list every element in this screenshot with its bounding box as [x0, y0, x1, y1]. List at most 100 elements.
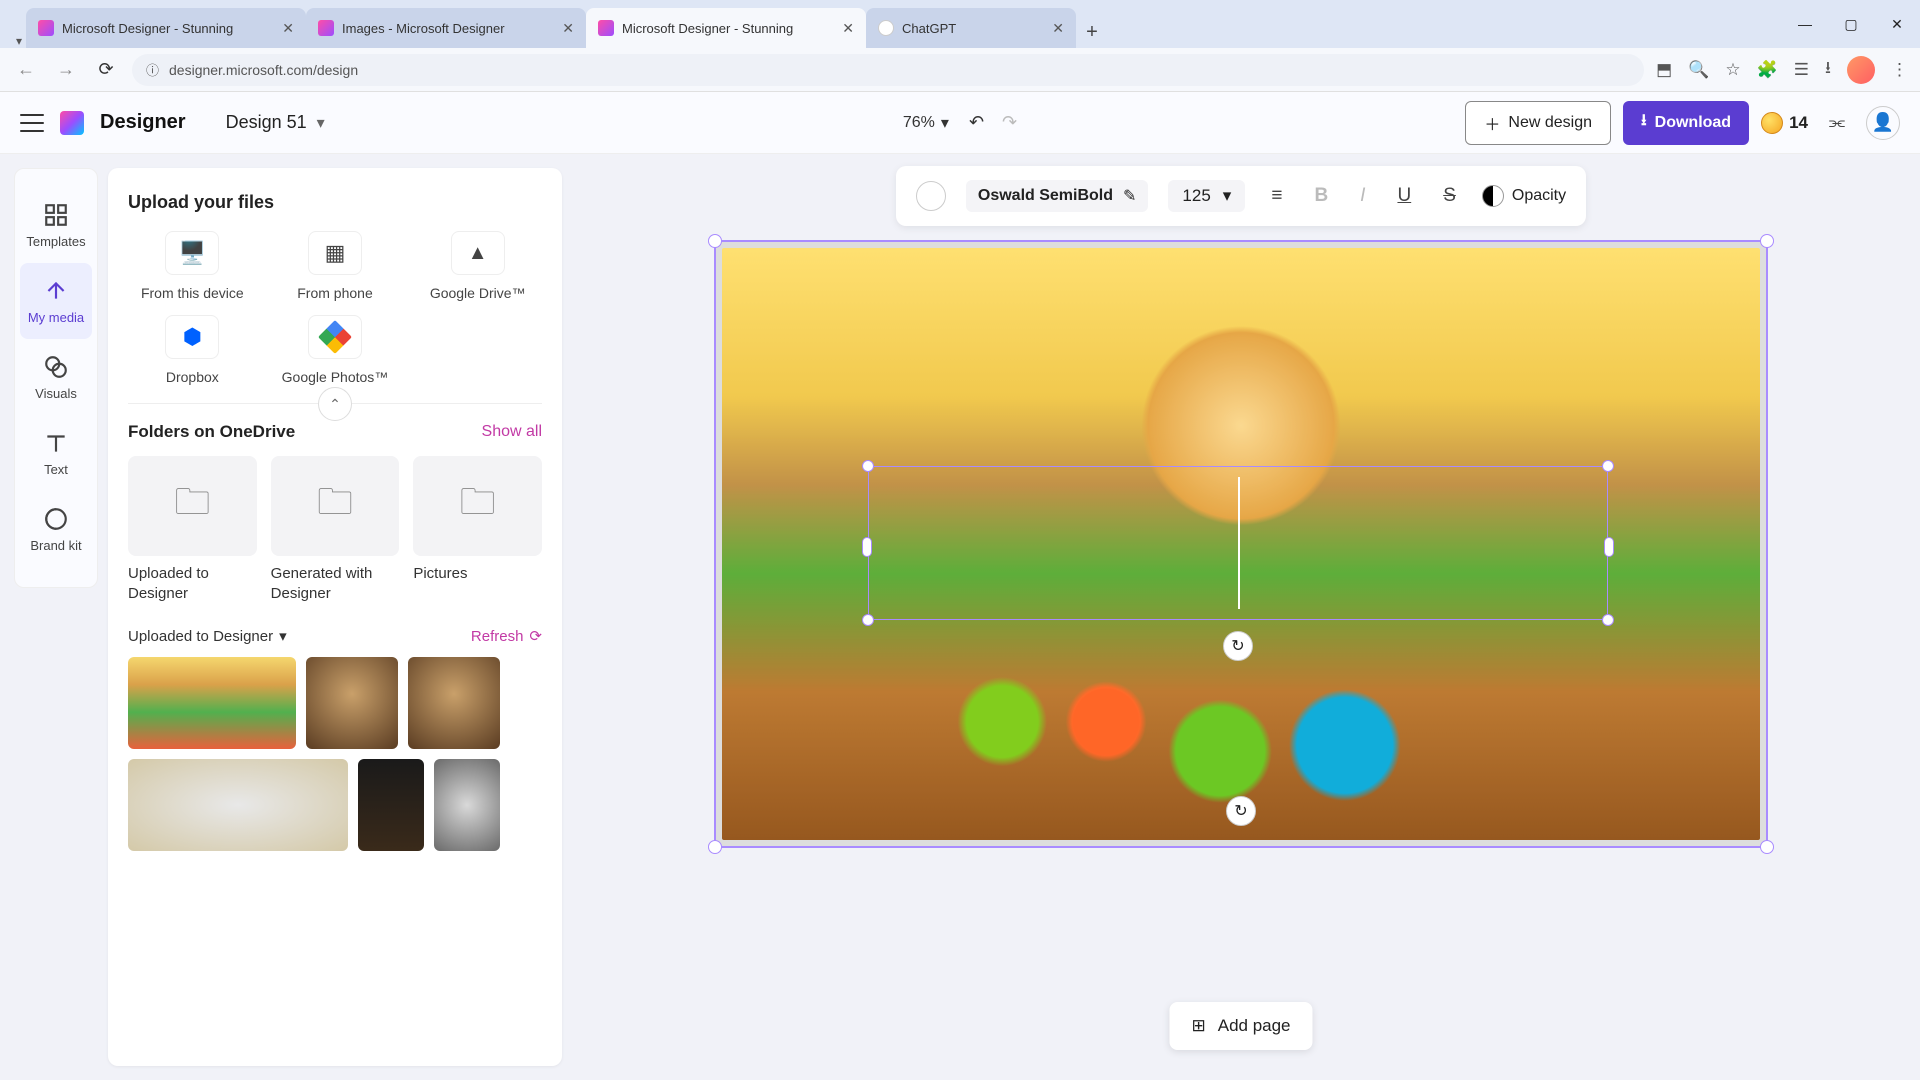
canvas-resize-handle-tl[interactable]: [708, 234, 722, 248]
browser-tab-3[interactable]: Microsoft Designer - Stunning✕: [586, 8, 866, 48]
text-selection-box[interactable]: ↻: [868, 466, 1608, 620]
text-resize-handle-tr[interactable]: [1602, 460, 1614, 472]
show-all-link[interactable]: Show all: [482, 423, 542, 441]
text-resize-handle-br[interactable]: [1602, 614, 1614, 626]
text-resize-handle-ml[interactable]: [862, 537, 872, 557]
browser-tab-strip: ▾ Microsoft Designer - Stunning✕ Images …: [0, 0, 1920, 48]
project-name-dropdown[interactable]: Design 51 ▾: [202, 112, 325, 133]
rail-text[interactable]: Text: [20, 415, 92, 491]
new-tab-button[interactable]: +: [1076, 16, 1108, 48]
text-color-picker[interactable]: [916, 181, 946, 211]
upload-icon: [43, 278, 69, 304]
app-header: Designer Design 51 ▾ 76% ▾ ↶ ↷ ＋ New des…: [0, 92, 1920, 154]
rail-label: Text: [44, 462, 68, 477]
reload-icon[interactable]: ⟳: [92, 56, 120, 84]
upload-label: Dropbox: [166, 369, 219, 385]
undo-button[interactable]: ↶: [969, 112, 984, 133]
site-info-icon[interactable]: ⓘ: [146, 60, 159, 79]
folder-pictures[interactable]: 🗀Pictures: [413, 456, 542, 603]
tab-close-icon[interactable]: ✕: [562, 20, 574, 37]
monitor-icon: 🖥️: [165, 231, 219, 275]
canvas-resize-handle-bl[interactable]: [708, 840, 722, 854]
media-thumbnail-5[interactable]: [358, 759, 424, 851]
text-rotate-handle[interactable]: ↻: [1223, 631, 1253, 661]
refresh-button[interactable]: Refresh ⟳: [471, 627, 542, 645]
address-bar[interactable]: ⓘ designer.microsoft.com/design: [132, 54, 1644, 86]
account-icon[interactable]: 👤: [1866, 106, 1900, 140]
add-page-button[interactable]: ⊞ Add page: [1169, 1002, 1312, 1050]
rail-my-media[interactable]: My media: [20, 263, 92, 339]
rail-visuals[interactable]: Visuals: [20, 339, 92, 415]
brand-label: Designer: [100, 111, 186, 134]
folder-uploaded[interactable]: 🗀Uploaded to Designer: [128, 456, 257, 603]
favicon-designer-icon: [318, 20, 334, 36]
new-design-button[interactable]: ＋ New design: [1465, 101, 1611, 145]
align-button[interactable]: ≡: [1265, 181, 1288, 211]
rail-label: Visuals: [35, 386, 77, 401]
url-text: designer.microsoft.com/design: [169, 62, 358, 78]
share-icon[interactable]: ⫘: [1820, 106, 1854, 140]
rail-templates[interactable]: Templates: [20, 187, 92, 263]
text-cursor: [1238, 477, 1240, 609]
browser-tab-4[interactable]: ChatGPT✕: [866, 8, 1076, 48]
media-thumbnail-6[interactable]: [434, 759, 500, 851]
media-thumbnail-2[interactable]: [306, 657, 398, 749]
downloads-icon[interactable]: ⭳: [1825, 55, 1831, 84]
bold-button[interactable]: B: [1308, 181, 1334, 211]
upload-from-phone[interactable]: ▦From phone: [271, 231, 400, 301]
font-size-selector[interactable]: 125 ▾: [1168, 180, 1245, 212]
upload-dropbox[interactable]: ⬢Dropbox: [128, 315, 257, 385]
window-maximize-icon[interactable]: ▢: [1828, 0, 1874, 48]
upload-google-drive[interactable]: ▲Google Drive™: [413, 231, 542, 301]
browser-tab-2[interactable]: Images - Microsoft Designer✕: [306, 8, 586, 48]
canvas-resize-handle-br[interactable]: [1760, 840, 1774, 854]
tab-scroll-icon[interactable]: ▾: [16, 34, 26, 48]
redo-button[interactable]: ↷: [1002, 112, 1017, 133]
rail-brand-kit[interactable]: Brand kit: [20, 491, 92, 567]
window-minimize-icon[interactable]: —: [1782, 0, 1828, 48]
text-resize-handle-mr[interactable]: [1604, 537, 1614, 557]
strikethrough-button[interactable]: S: [1437, 181, 1462, 211]
italic-button[interactable]: I: [1354, 181, 1371, 211]
download-button[interactable]: ⭳ Download: [1623, 101, 1749, 145]
tab-close-icon[interactable]: ✕: [1052, 20, 1064, 37]
zoom-dropdown[interactable]: 76% ▾: [903, 113, 949, 133]
underline-button[interactable]: U: [1391, 181, 1417, 211]
zoom-indicator-icon[interactable]: 🔍: [1688, 60, 1709, 80]
folder-generated[interactable]: 🗀Generated with Designer: [271, 456, 400, 603]
folder-icon: 🗀: [271, 456, 400, 556]
menu-button[interactable]: [20, 114, 44, 132]
install-app-icon[interactable]: ⬒: [1656, 60, 1672, 80]
templates-icon: [43, 202, 69, 228]
uploaded-section-dropdown[interactable]: Uploaded to Designer ▾: [128, 627, 287, 645]
credits-counter[interactable]: 14: [1761, 112, 1808, 134]
reading-list-icon[interactable]: ☰: [1794, 60, 1809, 80]
tab-close-icon[interactable]: ✕: [282, 20, 294, 37]
media-thumbnail-4[interactable]: [128, 759, 348, 851]
extensions-icon[interactable]: 🧩: [1757, 60, 1778, 80]
design-canvas[interactable]: ↻: [714, 240, 1768, 848]
download-icon: ⭳: [1641, 109, 1647, 136]
font-selector[interactable]: Oswald SemiBold ✎: [966, 180, 1149, 212]
edit-icon[interactable]: ✎: [1123, 186, 1136, 206]
forward-icon[interactable]: →: [52, 56, 80, 84]
upload-google-photos[interactable]: Google Photos™: [271, 315, 400, 385]
media-thumbnail-1[interactable]: [128, 657, 296, 749]
window-close-icon[interactable]: ✕: [1874, 0, 1920, 48]
tab-close-icon[interactable]: ✕: [842, 20, 854, 37]
text-resize-handle-bl[interactable]: [862, 614, 874, 626]
chevron-down-icon: ▾: [1223, 186, 1232, 206]
browser-tab-1[interactable]: Microsoft Designer - Stunning✕: [26, 8, 306, 48]
canvas-rotate-handle[interactable]: ↻: [1226, 796, 1256, 826]
upload-from-device[interactable]: 🖥️From this device: [128, 231, 257, 301]
canvas-resize-handle-tr[interactable]: [1760, 234, 1774, 248]
browser-menu-icon[interactable]: ⋮: [1891, 60, 1908, 80]
collapse-upload-button[interactable]: ⌃: [318, 387, 352, 421]
media-thumbnail-3[interactable]: [408, 657, 500, 749]
profile-avatar[interactable]: [1847, 56, 1875, 84]
bookmark-icon[interactable]: ☆: [1725, 60, 1740, 80]
back-icon[interactable]: ←: [12, 56, 40, 84]
text-resize-handle-tl[interactable]: [862, 460, 874, 472]
refresh-label: Refresh: [471, 628, 524, 645]
opacity-control[interactable]: Opacity: [1482, 185, 1566, 207]
